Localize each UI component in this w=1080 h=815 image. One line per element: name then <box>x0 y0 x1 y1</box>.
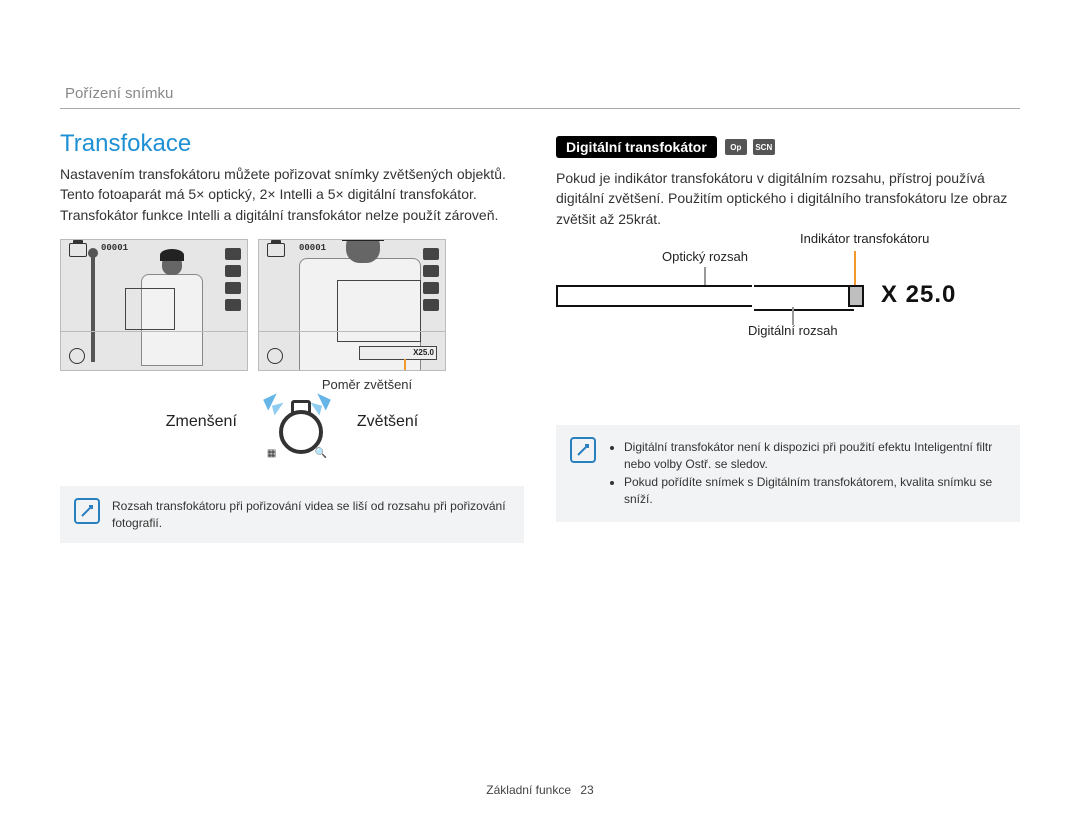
label-digital: Digitální rozsah <box>748 323 838 338</box>
preview-pair: 00001 00001 <box>60 239 524 371</box>
preview-zoomed: 00001 X25.0 <box>258 239 446 371</box>
note-text: Rozsah transfokátoru při pořizování vide… <box>112 498 510 532</box>
focus-box <box>337 280 421 342</box>
right-column: Digitální transfokátor Op SCN Pokud je i… <box>556 130 1020 543</box>
note-icon <box>570 437 596 463</box>
quality-icon <box>225 265 241 277</box>
note-item: Digitální transfokátor není k dispozici … <box>624 439 1006 473</box>
two-columns: Transfokace Nastavením transfokátoru můž… <box>60 130 1020 543</box>
tele-icon: 🔍 <box>314 448 326 459</box>
lamp-post-icon <box>91 252 95 362</box>
footer-page-number: 23 <box>580 783 593 797</box>
quality-icon <box>423 265 439 277</box>
optical-callout-line <box>704 267 706 287</box>
mode-op-icon: Op <box>725 139 747 155</box>
page-footer: Základní funkce 23 <box>0 783 1080 797</box>
label-indicator: Indikátor transfokátoru <box>800 231 929 246</box>
callout-ratio-label: Poměr zvětšení <box>210 377 524 392</box>
note-list: Digitální transfokátor není k dispozici … <box>608 437 1006 510</box>
section-body-right: Pokud je indikátor transfokátoru v digit… <box>556 168 1020 229</box>
header-rule <box>60 108 1020 109</box>
size-icon <box>423 248 439 260</box>
osd-right-stack <box>423 248 439 311</box>
preview-wide: 00001 <box>60 239 248 371</box>
iso-icon <box>225 282 241 294</box>
iso-icon <box>423 282 439 294</box>
flash-icon <box>225 299 241 311</box>
lamp-head-icon <box>88 248 98 258</box>
frame-counter: 00001 <box>299 243 326 253</box>
section-title: Transfokace <box>60 130 524 158</box>
flash-icon <box>423 299 439 311</box>
indicator-callout-line <box>854 251 856 285</box>
zoom-readout-inset: X25.0 <box>359 346 437 360</box>
stabilizer-icon <box>267 348 283 364</box>
mode-icons: Op SCN <box>725 139 775 155</box>
note-box-right: Digitální transfokátor není k dispozici … <box>556 425 1020 522</box>
note-box-left: Rozsah transfokátoru při pořizování vide… <box>60 486 524 544</box>
zoom-readout: X 25.0 <box>881 281 956 309</box>
mode-scene-icon: SCN <box>753 139 775 155</box>
subheading-row: Digitální transfokátor Op SCN <box>556 136 1020 158</box>
frame-counter: 00001 <box>101 243 128 253</box>
zoom-bar <box>556 285 856 307</box>
footer-section: Základní funkce <box>486 783 571 797</box>
note-item: Pokud pořídíte snímek s Digitálním trans… <box>624 474 1006 508</box>
label-optical: Optický rozsah <box>662 249 748 264</box>
zoom-in-label: Zvětšení <box>357 413 418 431</box>
wide-icon: ▦ <box>267 448 276 459</box>
zoom-dial: ▦ 🔍 <box>267 398 327 446</box>
focus-box <box>125 288 175 330</box>
subheading-pill: Digitální transfokátor <box>556 136 717 158</box>
manual-page: Pořízení snímku Transfokace Nastavením t… <box>0 0 1080 815</box>
section-body-left: Nastavením transfokátoru můžete pořizova… <box>60 164 524 225</box>
left-column: Transfokace Nastavením transfokátoru můž… <box>60 130 524 543</box>
zoom-bar-digital-segment <box>754 285 854 311</box>
dial-footer-icons: ▦ 🔍 <box>267 448 327 459</box>
zoom-out-label: Zmenšení <box>166 413 237 431</box>
page-header: Pořízení snímku <box>65 85 173 102</box>
note-icon <box>74 498 100 524</box>
callout-line <box>404 359 406 371</box>
arrow-left-icon <box>272 403 286 416</box>
size-icon <box>225 248 241 260</box>
osd-right-stack <box>225 248 241 311</box>
zoom-dial-row: Zmenšení ▦ 🔍 Zvětšení <box>60 398 524 446</box>
zoom-indicator-marker <box>848 285 864 307</box>
camera-mode-icon <box>69 243 87 257</box>
camera-mode-icon <box>267 243 285 257</box>
zoom-diagram: Indikátor transfokátoru Optický rozsah X… <box>556 285 1020 395</box>
stabilizer-icon <box>69 348 85 364</box>
